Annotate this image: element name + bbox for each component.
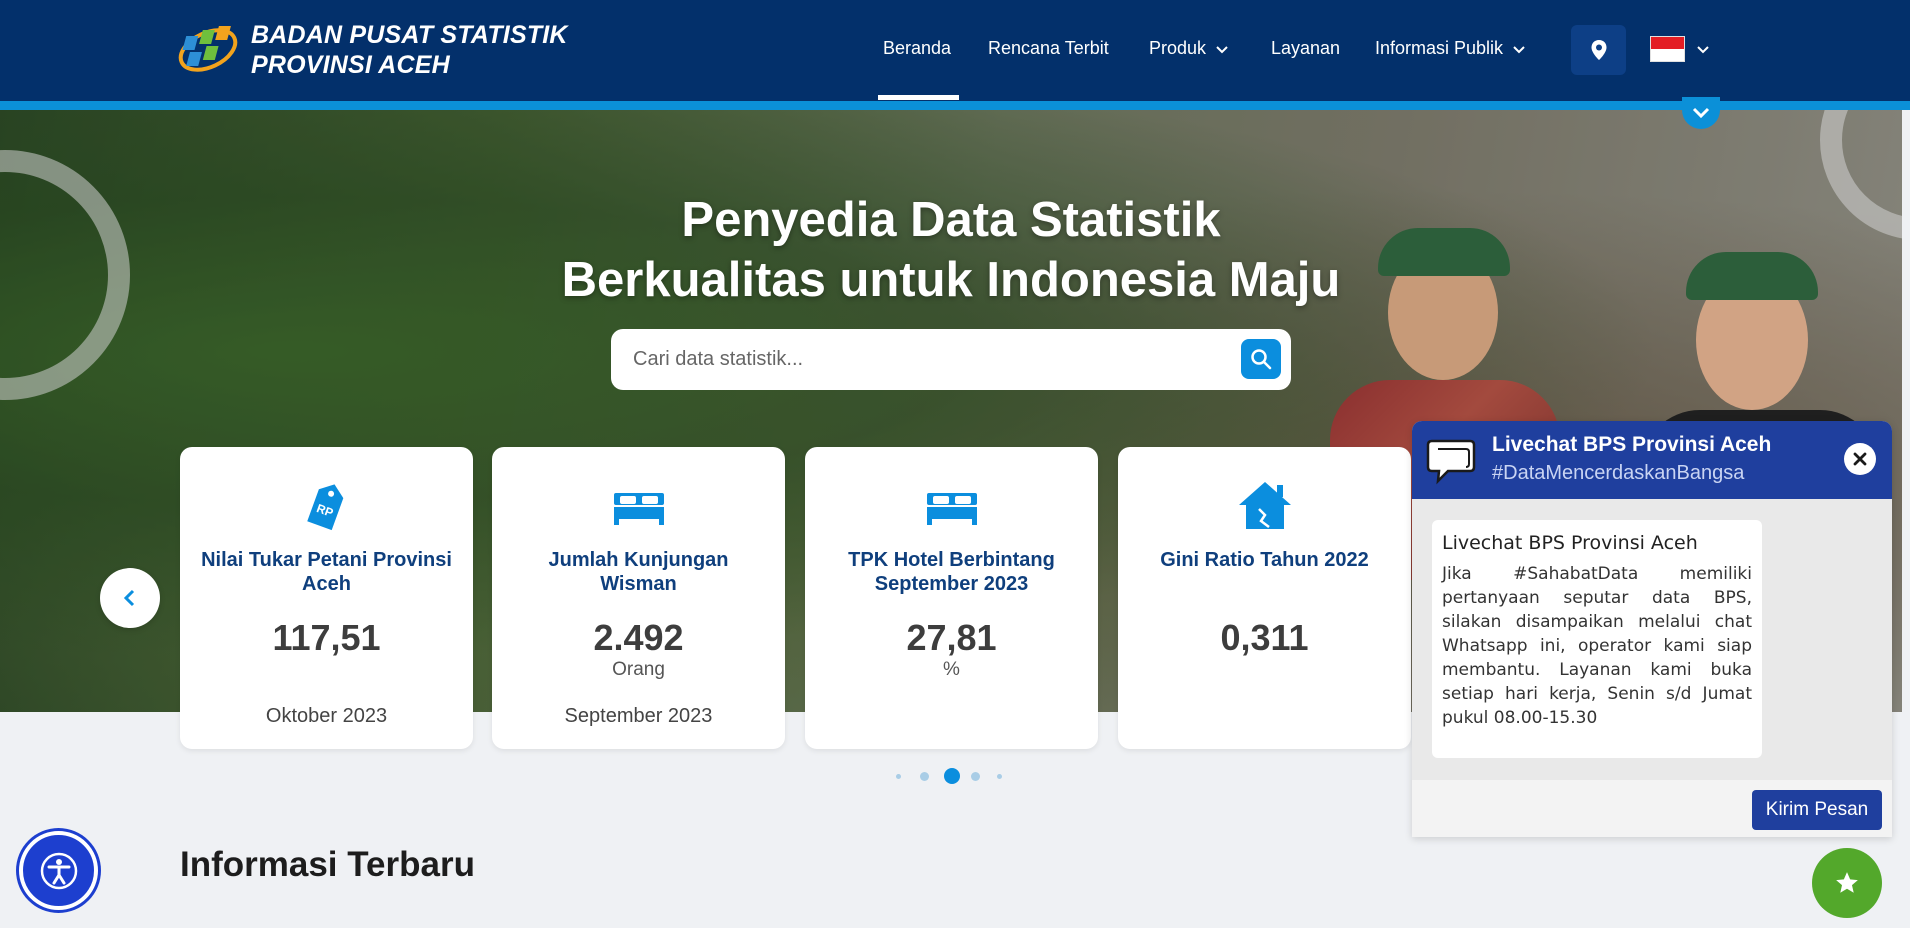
- nav-informasi-publik[interactable]: Informasi Publik: [1375, 38, 1527, 59]
- indonesia-flag-icon: [1650, 36, 1685, 62]
- nav-rencana-terbit[interactable]: Rencana Terbit: [988, 38, 1109, 59]
- indicator-card-gini[interactable]: Gini Ratio Tahun 2022 0,311: [1118, 447, 1411, 749]
- card-icon-wrap: [805, 479, 1098, 531]
- price-tag-icon: RP: [306, 484, 343, 531]
- accessibility-button[interactable]: [19, 831, 98, 910]
- nav-beranda-label: Beranda: [883, 38, 952, 58]
- card-title: Jumlah Kunjungan Wisman: [548, 549, 729, 595]
- card-title: Gini Ratio Tahun 2022: [1160, 549, 1369, 571]
- chat-bubble-icon: [1426, 439, 1476, 485]
- brand-line-2: PROVINSI ACEH: [251, 51, 450, 79]
- livechat-close-button[interactable]: [1844, 443, 1876, 475]
- nav-layanan[interactable]: Layanan: [1271, 38, 1340, 59]
- chevron-left-icon: [123, 589, 135, 607]
- carousel-dot[interactable]: [997, 774, 1002, 779]
- card-icon-wrap: [1118, 479, 1411, 531]
- indicator-card-tpk[interactable]: TPK Hotel Berbintang September 2023 27,8…: [805, 447, 1098, 749]
- carousel-dot[interactable]: [896, 774, 901, 779]
- accessibility-icon: [40, 852, 77, 889]
- livechat-footer: Kirim Pesan: [1412, 780, 1892, 837]
- card-value: 27,81: [906, 617, 997, 658]
- close-icon: [1853, 452, 1867, 466]
- nav-produk-label: Produk: [1149, 38, 1207, 58]
- nav-informasi-publik-label: Informasi Publik: [1375, 38, 1504, 58]
- nav-active-indicator: [878, 95, 959, 100]
- nav-beranda[interactable]: Beranda: [883, 38, 951, 59]
- nav-rencana-terbit-label: Rencana Terbit: [988, 38, 1109, 58]
- livechat-message-title: Livechat BPS Provinsi Aceh: [1442, 532, 1698, 554]
- nav-produk[interactable]: Produk: [1149, 38, 1230, 59]
- card-period: Oktober 2023: [265, 705, 388, 727]
- card-value: 0,311: [1220, 617, 1309, 658]
- indicator-card-wisman[interactable]: Jumlah Kunjungan Wisman 2.492 Orang Sept…: [492, 447, 785, 749]
- livechat-header: Livechat BPS Provinsi Aceh #DataMencerda…: [1412, 421, 1892, 499]
- card-title: TPK Hotel Berbintang September 2023: [848, 549, 1055, 595]
- rating-fab-button[interactable]: [1812, 848, 1882, 918]
- site-header: BADAN PUSAT STATISTIK PROVINSI ACEH Bera…: [0, 0, 1910, 101]
- carousel-prev-button[interactable]: [100, 568, 160, 628]
- carousel-dot[interactable]: [920, 772, 929, 781]
- bed-icon: [613, 493, 664, 525]
- house-icon: [1238, 482, 1291, 529]
- hero-title-line-2: Berkualitas untuk Indonesia Maju: [561, 253, 1341, 307]
- hero-title-line-1: Penyedia Data Statistik: [681, 193, 1221, 247]
- card-title: Nilai Tukar Petani Provinsi Aceh: [201, 549, 452, 595]
- search-input[interactable]: [631, 329, 1221, 390]
- card-unit: %: [943, 659, 960, 680]
- livechat-subtitle: #DataMencerdaskanBangsa: [1492, 462, 1745, 484]
- livechat-widget: Livechat BPS Provinsi Aceh #DataMencerda…: [1412, 421, 1892, 837]
- section-title: Informasi Terbaru: [180, 845, 475, 884]
- send-message-button[interactable]: Kirim Pesan: [1752, 790, 1882, 830]
- search-button[interactable]: [1241, 339, 1281, 379]
- language-selector[interactable]: [1650, 36, 1711, 62]
- carousel-dot-active[interactable]: [944, 768, 960, 784]
- chevron-down-icon: [1216, 45, 1228, 53]
- livechat-title: Livechat BPS Provinsi Aceh: [1492, 433, 1772, 456]
- chevron-down-icon: [1513, 45, 1525, 53]
- brand-name[interactable]: BADAN PUSAT STATISTIK PROVINSI ACEH: [251, 20, 568, 80]
- card-value: 2.492: [593, 617, 684, 658]
- brand-line-1: BADAN PUSAT STATISTIK: [251, 21, 568, 49]
- livechat-message: Livechat BPS Provinsi Aceh Jika #Sahabat…: [1432, 520, 1762, 758]
- header-accent-stripe: [0, 101, 1910, 110]
- nav-layanan-label: Layanan: [1271, 38, 1341, 58]
- carousel-dot[interactable]: [971, 772, 980, 781]
- bed-icon: [926, 493, 977, 525]
- search-icon: [1251, 349, 1272, 370]
- card-icon-wrap: [492, 479, 785, 531]
- hero-title: Penyedia Data Statistik Berkualitas untu…: [0, 190, 1902, 310]
- chevron-down-icon: [1697, 46, 1709, 54]
- card-value: 117,51: [272, 617, 381, 658]
- card-icon-wrap: RP: [180, 479, 473, 531]
- bps-logo-icon[interactable]: [178, 22, 240, 76]
- location-button[interactable]: [1571, 25, 1626, 75]
- chevron-down-icon: [1692, 107, 1710, 119]
- indicator-card-ntp[interactable]: RP Nilai Tukar Petani Provinsi Aceh 117,…: [180, 447, 473, 749]
- livechat-message-body: Jika #SahabatData memiliki pertanyaan se…: [1442, 564, 1752, 728]
- card-period: September 2023: [564, 705, 713, 727]
- star-icon: [1836, 872, 1858, 893]
- search-bar: [611, 329, 1291, 390]
- card-unit: Orang: [612, 659, 665, 680]
- map-pin-icon: [1591, 40, 1606, 60]
